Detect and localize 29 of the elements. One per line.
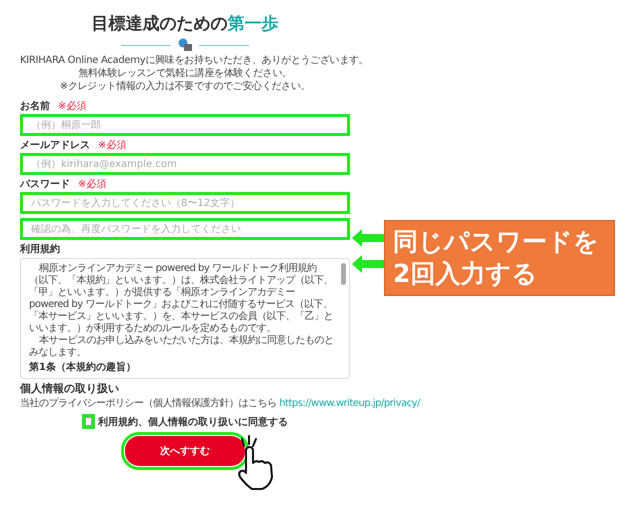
scrollbar-thumb[interactable] — [341, 263, 346, 285]
agree-label: 利用規約、個人情報の取り扱いに同意する — [98, 416, 288, 428]
terms-paragraph: 本サービスのお申し込みをいただいた方は、本規約に同意したものとみなします。 — [29, 335, 334, 359]
callout-text: 2回入力する — [393, 258, 538, 290]
field-label: パスワード — [20, 178, 70, 191]
input-field[interactable]: パスワードを入力してください（8〜12文字） — [20, 192, 350, 214]
field-label: お名前 — [20, 100, 50, 113]
agree-checkbox[interactable] — [85, 417, 92, 426]
field-label: メールアドレス — [20, 139, 90, 152]
required-label: ※必須 — [98, 139, 126, 152]
required-label: ※必須 — [58, 100, 86, 113]
callout-text: 同じパスワードを — [393, 226, 600, 258]
required-label: ※必須 — [78, 178, 106, 191]
intro-text: KIRIHARA Online Academyに興味をお持ちいただき、ありがとうございます。 — [20, 54, 368, 67]
privacy-link[interactable]: https://www.writeup.jp/privacy/ — [279, 398, 420, 409]
arrow-icon — [352, 255, 384, 273]
next-button[interactable]: 次へすすむ — [125, 436, 245, 466]
terms-box[interactable] — [20, 258, 350, 379]
page-title: 目標達成のための第一歩 — [90, 13, 280, 35]
input-field[interactable]: （例）kirihara@example.com — [20, 153, 350, 175]
input-field[interactable]: （例）桐原一郎 — [20, 114, 350, 136]
terms-heading: 第1条（本規約の趣旨） — [29, 362, 137, 374]
intro-text: 無料体験レッスンで気軽に講座を体験ください。 — [78, 67, 292, 80]
intro-text: ※クレジット情報の入力は不要ですのでご安心ください。 — [60, 80, 310, 93]
privacy-heading: 個人情報の取り扱い — [20, 382, 120, 396]
input-field[interactable]: 確認の為、再度パスワードを入力してください — [20, 218, 350, 240]
arrow-icon — [352, 229, 384, 247]
terms-label: 利用規約 — [20, 243, 60, 256]
terms-paragraph: 桐原オンラインアカデミー powered by ワールドトーク利用規約（以下、「本規約」といいます。）は、株式会社ライトアップ（以下、「甲」といいます。）が提供する「桐原オンラインアカデミー powered by ワールドトーク」およびこれに付随するサービス（以下、「本サービス」といいます。）を、本サービスの会員（以下、「乙」といいます。）が利用するためのルールを定めるものです。 — [29, 263, 334, 334]
